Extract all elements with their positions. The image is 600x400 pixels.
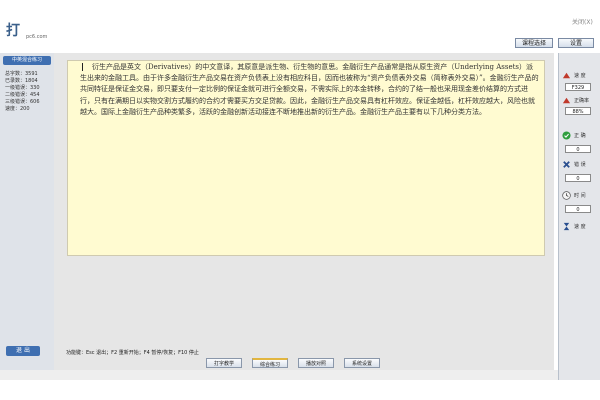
- mode-label: 中英混合练习: [3, 56, 51, 65]
- stat-total: 总字数：3591: [5, 71, 38, 77]
- speed-value: F329: [565, 83, 591, 91]
- speed-label: 速 度: [574, 73, 586, 79]
- correct-value: 0: [565, 145, 591, 153]
- playback-compare-button[interactable]: 播放对照: [298, 358, 334, 368]
- close-button[interactable]: 关闭(X): [572, 17, 593, 26]
- time-label: 时 间: [574, 193, 586, 199]
- text-caret: [82, 63, 83, 71]
- practice-paragraph: 衍生产品是英文（Derivatives）的中文意译，其原意是派生物、衍生物的意思…: [80, 63, 539, 116]
- exit-button[interactable]: 退 出: [6, 346, 40, 356]
- stat-speed: 速度：200: [5, 106, 30, 112]
- stat-error-1: 一级错误：330: [5, 85, 40, 91]
- speed-icon: [562, 72, 571, 79]
- correct-check-icon: [562, 131, 571, 140]
- error-label: 错 误: [574, 162, 586, 168]
- hotkey-hint: 功能键：Esc 退出；F2 重新开始；F4 暂停/恢复；F10 停止: [66, 350, 199, 356]
- course-select-button[interactable]: 课程选择: [515, 38, 553, 48]
- system-settings-button[interactable]: 系统设置: [344, 358, 380, 368]
- time-value: 0: [565, 205, 591, 213]
- accuracy-label: 正确率: [574, 98, 590, 104]
- accuracy-value: 88%: [565, 107, 591, 115]
- typing-tutorial-button[interactable]: 打字教学: [206, 358, 242, 368]
- settings-button[interactable]: 设置: [558, 38, 594, 48]
- clock-icon: [562, 191, 571, 200]
- stat-typed: 已录数：1804: [5, 78, 38, 84]
- accuracy-icon: [562, 97, 571, 104]
- correct-label: 正 确: [574, 133, 586, 139]
- logo-subtitle: pc6.com: [26, 34, 48, 40]
- error-value: 0: [565, 174, 591, 182]
- app-logo: 打: [6, 23, 20, 39]
- speed-label-2: 速 度: [574, 224, 586, 230]
- error-cross-icon: [563, 161, 570, 168]
- status-strip: [0, 370, 558, 380]
- hourglass-icon: [563, 222, 570, 231]
- stat-error-2: 二级错误：454: [5, 92, 40, 98]
- stat-error-3: 三级错误：606: [5, 99, 40, 105]
- comprehensive-practice-button[interactable]: 综合练习: [252, 358, 288, 368]
